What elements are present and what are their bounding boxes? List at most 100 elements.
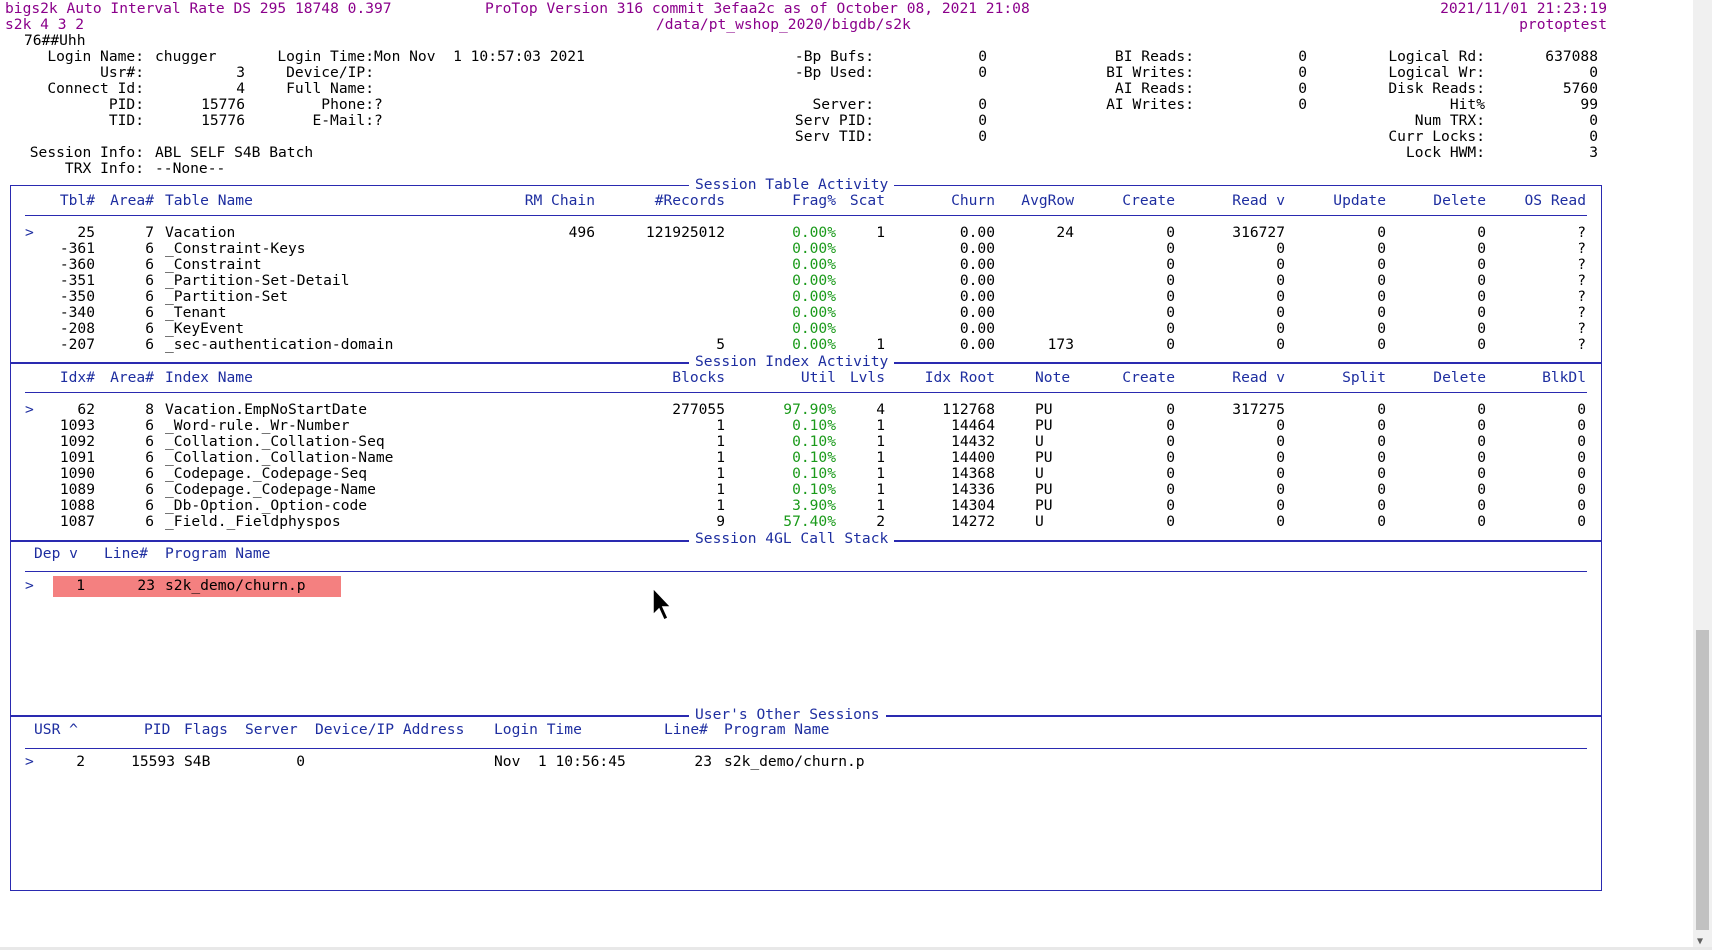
table-cell: 1090	[59, 465, 95, 482]
table-cell: 6	[145, 513, 154, 530]
stat-label: BI Writes:	[1106, 64, 1194, 81]
table-cell: 0	[1377, 320, 1386, 337]
column-header: OS Read	[1524, 192, 1586, 209]
table-cell: 6	[145, 497, 154, 514]
table-cell: 1	[876, 433, 885, 450]
table-cell: 1087	[59, 513, 95, 530]
stat-label: Disk Reads:	[1388, 80, 1485, 97]
table-cell: 14304	[951, 497, 995, 514]
stat-label: AI Writes:	[1106, 96, 1194, 113]
column-header: Util	[800, 369, 836, 386]
table-cell: 1	[716, 417, 725, 434]
table-cell: 0.00%	[792, 224, 836, 241]
call-stack-title: Session 4GL Call Stack	[689, 531, 895, 547]
table-cell: 0.00	[959, 256, 995, 273]
column-header: Blocks	[672, 369, 725, 386]
table-cell: 0	[1276, 513, 1285, 530]
stat-label: Curr Locks:	[1388, 128, 1485, 145]
table-cell: 24	[1056, 224, 1074, 241]
table-cell: _Collation._Collation-Seq	[165, 433, 385, 450]
table-cell: 0.10%	[792, 481, 836, 498]
table-cell: _sec-authentication-domain	[165, 336, 394, 353]
table-cell: 0	[1477, 288, 1486, 305]
table-cell: 173	[1047, 336, 1074, 353]
stat-label: Serv TID:	[794, 128, 874, 145]
table-cell: 25	[77, 224, 95, 241]
stat-label: Lock HWM:	[1405, 144, 1485, 161]
table-cell: ?	[1577, 272, 1586, 289]
table-cell: 0	[1276, 336, 1285, 353]
table-cell: 0	[1577, 465, 1586, 482]
stat-value: 0	[1589, 112, 1598, 129]
column-header: Note	[1035, 369, 1071, 386]
table-cell: 23	[694, 753, 712, 770]
table-cell: _Word-rule._Wr-Number	[165, 417, 350, 434]
usr-value: 3	[236, 64, 245, 81]
table-cell: 0.00%	[792, 240, 836, 257]
stat-value: 0	[1298, 96, 1307, 113]
trx-info-value: --None--	[155, 160, 226, 177]
table-cell: 0	[1377, 433, 1386, 450]
table-cell: 0	[1276, 304, 1285, 321]
table-cell: ?	[1577, 256, 1586, 273]
header-datetime: 2021/11/01 21:23:19	[1440, 0, 1607, 17]
table-cell: PU	[1035, 497, 1053, 514]
column-header: Lvls	[849, 369, 885, 386]
table-cell: -351	[59, 272, 95, 289]
table-cell: 0	[1377, 240, 1386, 257]
scrollbar-thumb[interactable]	[1696, 630, 1709, 930]
login-time-value: Mon Nov 1 10:57:03 2021	[374, 48, 585, 65]
header-divider	[25, 571, 1587, 572]
stat-value: 0	[1298, 64, 1307, 81]
table-cell: 277055	[672, 401, 725, 418]
row-selector-icon: >	[25, 224, 34, 241]
table-cell: -361	[59, 240, 95, 257]
column-header: Server	[245, 721, 298, 738]
device-ip-label: Device/IP:	[286, 64, 374, 81]
table-cell: 1092	[59, 433, 95, 450]
full-name-label: Full Name:	[286, 80, 374, 97]
table-cell: 0	[1166, 256, 1175, 273]
table-cell: 14272	[951, 513, 995, 530]
stat-value: 0	[978, 96, 987, 113]
stat-label: Logical Rd:	[1388, 48, 1485, 65]
table-cell: PU	[1035, 449, 1053, 466]
column-header: Dep v	[34, 545, 78, 562]
command-input[interactable]: 76##Uhh	[24, 33, 86, 49]
header-hostname: protoptest	[1519, 16, 1607, 33]
table-cell: 1	[716, 481, 725, 498]
table-cell: 0.10%	[792, 417, 836, 434]
table-cell: ?	[1577, 240, 1586, 257]
table-cell: 0	[1166, 336, 1175, 353]
column-header: Table Name	[165, 192, 253, 209]
email-label: E-Mail:	[312, 112, 374, 129]
stat-label: Logical Wr:	[1388, 64, 1485, 81]
table-cell: 0.00%	[792, 272, 836, 289]
table-cell: 6	[145, 417, 154, 434]
table-cell: 0.10%	[792, 465, 836, 482]
column-header: Create	[1122, 192, 1175, 209]
table-cell: 57.40%	[783, 513, 836, 530]
column-header: Program Name	[724, 721, 830, 738]
table-cell: 1093	[59, 417, 95, 434]
table-cell: ?	[1577, 320, 1586, 337]
table-cell: 0	[1276, 288, 1285, 305]
column-header: Idx Root	[924, 369, 995, 386]
table-cell: 0	[1477, 449, 1486, 466]
table-cell: 0	[1276, 256, 1285, 273]
table-cell: 62	[77, 401, 95, 418]
table-cell: 0	[1477, 481, 1486, 498]
column-header: Line#	[664, 721, 708, 738]
stat-value: 5760	[1562, 80, 1598, 97]
table-cell: 0	[1166, 433, 1175, 450]
table-cell: 0	[1166, 513, 1175, 530]
stat-label: -Bp Bufs:	[794, 48, 874, 65]
table-cell: 97.90%	[783, 401, 836, 418]
table-cell: _Codepage._Codepage-Name	[165, 481, 376, 498]
table-cell: 0	[1377, 481, 1386, 498]
pid-value: 15776	[201, 96, 245, 113]
table-cell: _Collation._Collation-Name	[165, 449, 394, 466]
table-cell: 0	[1276, 449, 1285, 466]
stat-label: Serv PID:	[794, 112, 874, 129]
table-cell: 6	[145, 465, 154, 482]
